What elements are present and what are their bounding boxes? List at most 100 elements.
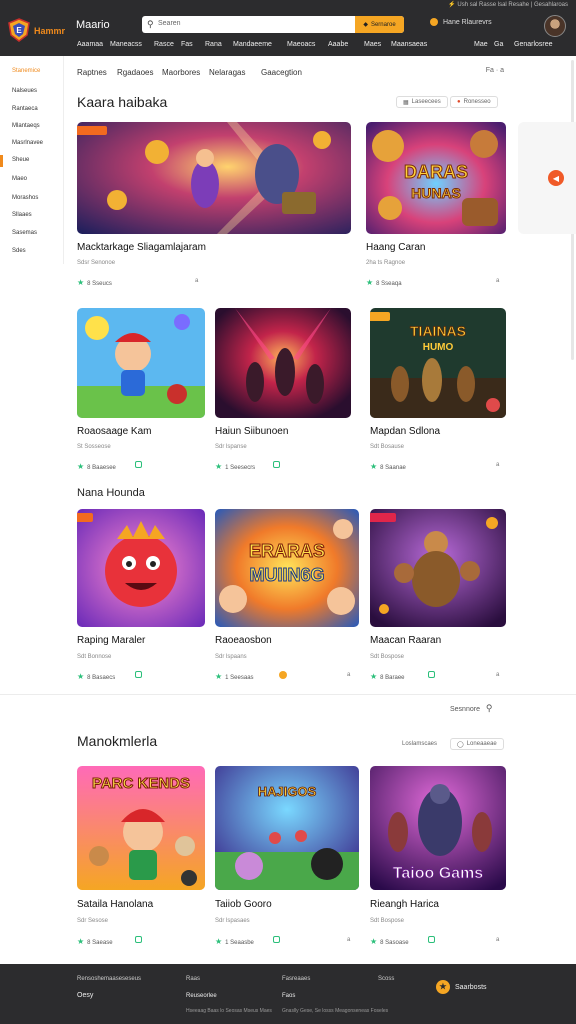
bookmark-icon[interactable] xyxy=(428,671,435,678)
bookmark-icon[interactable] xyxy=(135,671,142,678)
footer-brand[interactable]: ★ Saarbosts xyxy=(436,980,487,994)
bookmark-icon[interactable] xyxy=(273,461,280,468)
nav-item[interactable]: Mandaeeme xyxy=(233,41,272,48)
footer-link[interactable]: Rensoshemaaseseseus xyxy=(77,976,141,982)
game-card[interactable]: Macktarkage Sliagamlajaram Sdsr Senonoe … xyxy=(77,122,351,292)
game-thumbnail[interactable]: ERARAS MUIIN6G xyxy=(215,509,359,627)
game-card[interactable]: PARC KENDS Sataila Hanolana Sdr Sesose ★… xyxy=(77,766,205,956)
coin-icon xyxy=(430,18,438,26)
game-card[interactable]: HAJIGOS Taiiob Gooro Sdr lspasaes ★ 1 Sea… xyxy=(215,766,359,956)
game-thumbnail[interactable] xyxy=(370,509,506,627)
view-tools[interactable]: Fa · a xyxy=(486,67,504,74)
card-meta: ★ 1 Seesaas a xyxy=(215,671,350,681)
nav-item[interactable]: Maneacss xyxy=(110,41,142,48)
sidebar-item[interactable]: Sasemas xyxy=(12,230,37,236)
card-title[interactable]: Sataila Hanolana xyxy=(77,899,153,910)
nav-item[interactable]: Maansaeas xyxy=(391,41,427,48)
tab[interactable]: Maorbores xyxy=(162,68,200,77)
card-title[interactable]: Taiiob Gooro xyxy=(215,899,272,910)
sidebar-item[interactable]: Nalseues xyxy=(12,88,37,94)
card-title[interactable]: Raping Maraler xyxy=(77,635,145,646)
avatar[interactable] xyxy=(544,15,566,37)
footer-link[interactable]: Oesy xyxy=(77,992,93,999)
game-card[interactable]: DARAS HUNAS Haang Caran 2ha ts Ragnoe ★ 8… xyxy=(366,122,506,292)
card-meta: ★ 8 Baaesee xyxy=(77,461,142,471)
search-button[interactable]: ◆ Sernaroe xyxy=(355,16,404,33)
nav-item[interactable]: Maes xyxy=(364,41,381,48)
bookmark-icon[interactable] xyxy=(273,936,280,943)
game-thumbnail[interactable] xyxy=(77,122,351,234)
sort-label: Loneaaeae xyxy=(466,741,497,747)
bookmark-icon[interactable] xyxy=(135,936,142,943)
footer-link[interactable]: Fasreaaes xyxy=(282,976,310,982)
sidebar-item[interactable]: Maeo xyxy=(12,176,27,182)
sidebar-item[interactable]: Morashos xyxy=(12,195,38,201)
game-thumbnail[interactable]: Taioo Gams xyxy=(370,766,506,890)
footer-link[interactable]: Faos xyxy=(282,993,295,999)
card-title[interactable]: Roaosaage Kam xyxy=(77,426,152,437)
card-title[interactable]: Rieangh Harica xyxy=(370,899,439,910)
nav-item[interactable]: Aaamaa xyxy=(77,41,103,48)
search-bar[interactable]: ⚲ Searen ◆ Sernaroe xyxy=(142,16,404,33)
nav-item[interactable]: Fas xyxy=(181,41,193,48)
sort-button[interactable]: ● Ronesseo xyxy=(450,96,498,108)
star-icon: ★ xyxy=(370,672,378,681)
hot-badge xyxy=(370,312,390,321)
nav-item[interactable]: Genarlosree xyxy=(514,41,553,48)
footer-link[interactable]: Scoss xyxy=(378,976,394,982)
nav-item[interactable]: Mae xyxy=(474,41,488,48)
game-card[interactable]: Taioo Gams Rieangh Harica Sdt Bospose ★ 8… xyxy=(370,766,506,956)
game-thumbnail[interactable] xyxy=(77,509,205,627)
game-card[interactable]: TIAINAS HUMO Mapdan Sdlona Sdt Bosause ★… xyxy=(370,308,506,478)
sidebar-item[interactable]: Sheue xyxy=(12,157,29,163)
brand-name[interactable]: Hammr xyxy=(34,26,65,36)
search-input[interactable]: Searen xyxy=(158,20,181,27)
card-title[interactable]: Mapdan Sdlona xyxy=(370,426,440,437)
sort-icon: ◯ xyxy=(457,741,464,748)
card-title[interactable]: Haiun Siibunoen xyxy=(215,426,288,437)
site-title[interactable]: Maario xyxy=(76,19,110,31)
sort-button[interactable]: ◯ Loneaaeae xyxy=(450,738,504,750)
game-card[interactable]: Raping Maraler Sdt Bonnose ★ 8 Basaecs xyxy=(77,509,205,689)
see-more-link[interactable]: Sesnnore ⚲ xyxy=(450,703,493,714)
footer-link[interactable]: Raas xyxy=(186,976,200,982)
favorite-icon[interactable] xyxy=(486,398,500,412)
game-card[interactable]: Maacan Raaran Sdt Bospose ★ 8 Baraee a xyxy=(370,509,506,689)
nav-item[interactable]: Ga xyxy=(494,41,503,48)
hot-badge xyxy=(77,126,107,135)
game-thumbnail[interactable]: DARAS HUNAS xyxy=(366,122,506,234)
game-thumbnail[interactable]: TIAINAS HUMO xyxy=(370,308,506,418)
card-title[interactable]: Macktarkage Sliagamlajaram xyxy=(77,242,206,253)
sidebar-item[interactable]: Mlantaeqs xyxy=(12,123,40,129)
sidebar-item[interactable]: Rantaeca xyxy=(12,106,38,112)
game-thumbnail[interactable] xyxy=(215,308,351,418)
tab[interactable]: Nelaragas xyxy=(209,68,245,77)
game-thumbnail[interactable]: PARC KENDS xyxy=(77,766,205,890)
game-card[interactable]: Haiun Siibunoen Sdr lspanse ★ 1 Seesecrs xyxy=(215,308,351,478)
game-thumbnail[interactable]: HAJIGOS xyxy=(215,766,359,890)
game-card[interactable]: Roaosaage Kam St Sosseose ★ 8 Baaesee xyxy=(77,308,205,478)
sidebar-item[interactable]: Sllaaes xyxy=(12,212,32,218)
card-title[interactable]: Maacan Raaran xyxy=(370,635,441,646)
nav-item[interactable]: Rasce xyxy=(154,41,174,48)
sidebar-item[interactable]: Stanemice xyxy=(12,68,40,74)
account-menu[interactable]: Hane Rlaurevrs xyxy=(430,18,492,26)
filter-button[interactable]: Loslamscaes xyxy=(396,738,443,750)
nav-item[interactable]: Rana xyxy=(205,41,222,48)
carousel-next-button[interactable]: ◀ xyxy=(548,170,564,186)
game-thumbnail[interactable] xyxy=(77,308,205,418)
tab[interactable]: Raptnes xyxy=(77,68,107,77)
nav-item[interactable]: Maeoacs xyxy=(287,41,315,48)
footer-link[interactable]: Reuseorlee xyxy=(186,993,217,999)
card-title[interactable]: Haang Caran xyxy=(366,242,425,253)
game-card[interactable]: ERARAS MUIIN6G Raoeaosbon Sdr lspaans ★ 1… xyxy=(215,509,359,689)
sidebar-item[interactable]: Masrlnavee xyxy=(12,140,43,146)
filter-button[interactable]: ▦ Laseecees xyxy=(396,96,448,108)
bookmark-icon[interactable] xyxy=(135,461,142,468)
tab[interactable]: Rgadaoes xyxy=(117,68,153,77)
sidebar-item[interactable]: Sdes xyxy=(12,248,26,254)
nav-item[interactable]: Aaabe xyxy=(328,41,348,48)
card-title[interactable]: Raoeaosbon xyxy=(215,635,272,646)
tab[interactable]: Gaacegtion xyxy=(261,68,302,77)
bookmark-icon[interactable] xyxy=(428,936,435,943)
